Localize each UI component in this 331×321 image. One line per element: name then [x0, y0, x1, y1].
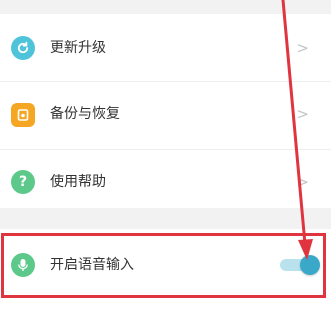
settings-item-label: 备份与恢复	[50, 106, 120, 122]
chevron-right-icon: >	[296, 173, 309, 191]
settings-group-general: 更新升级 > 备份与恢复 > ? 使用帮助 >	[0, 14, 331, 208]
settings-item-update[interactable]: 更新升级 >	[0, 14, 331, 82]
chevron-right-icon: >	[296, 39, 309, 57]
settings-item-voice-input[interactable]: 开启语音输入	[0, 231, 331, 299]
refresh-icon	[11, 36, 35, 60]
settings-item-label: 使用帮助	[50, 174, 106, 190]
help-icon: ?	[11, 170, 35, 194]
chevron-right-icon: >	[296, 105, 309, 123]
toggle-knob	[300, 255, 320, 275]
settings-item-help[interactable]: ? 使用帮助 >	[0, 150, 331, 218]
settings-item-label: 更新升级	[50, 40, 106, 56]
settings-item-label: 开启语音输入	[50, 257, 134, 273]
settings-group-voice: 开启语音输入	[0, 229, 331, 321]
voice-input-toggle[interactable]	[280, 255, 320, 275]
microphone-icon	[11, 253, 35, 277]
settings-item-backup[interactable]: 备份与恢复 >	[0, 82, 331, 150]
backup-icon	[11, 103, 35, 127]
